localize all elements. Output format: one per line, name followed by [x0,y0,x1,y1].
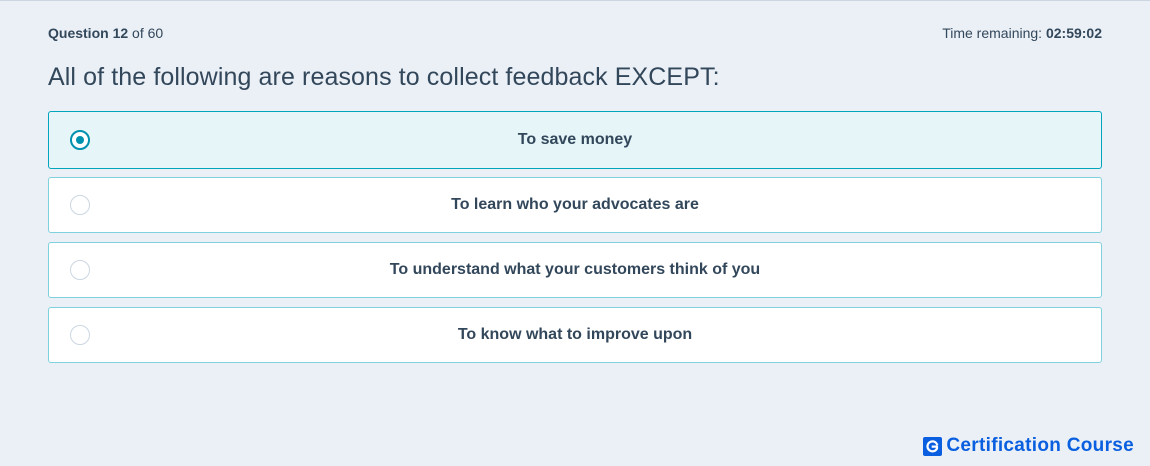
question-counter-label: Question [48,25,109,41]
answer-option-3[interactable]: To understand what your customers think … [48,242,1102,298]
radio-unselected-icon[interactable] [70,195,90,215]
answer-option-label: To learn who your advocates are [451,196,699,213]
question-counter-of: of [132,25,144,41]
question-counter: Question 12 of 60 [48,25,163,41]
radio-unselected-icon[interactable] [70,260,90,280]
answer-option-label: To understand what your customers think … [389,261,761,278]
question-counter-number: 12 [112,25,129,41]
answer-option-label: To save money [517,131,633,148]
brand-watermark: Certification Course [923,435,1134,457]
question-text: All of the following are reasons to coll… [48,63,720,91]
brand-text: Certification Course [946,435,1134,456]
answer-option-4[interactable]: To know what to improve upon [48,307,1102,363]
radio-dot [76,136,84,144]
g-logo-icon [923,436,943,456]
time-remaining-label: Time remaining: [942,25,1043,41]
answer-option-1[interactable]: To save money [48,111,1102,169]
quiz-header: Question 12 of 60 Time remaining: 02:59:… [48,23,1102,43]
g-logo-glyph [926,439,939,452]
question-counter-total: 60 [147,25,164,41]
answer-option-2[interactable]: To learn who your advocates are [48,177,1102,233]
radio-unselected-icon[interactable] [70,325,90,345]
answer-option-label: To know what to improve upon [457,326,693,343]
radio-selected-icon[interactable] [70,130,90,150]
time-remaining: Time remaining: 02:59:02 [942,25,1102,41]
time-remaining-value: 02:59:02 [1045,25,1102,41]
answer-options: To save money To learn who your advocate… [48,111,1102,372]
